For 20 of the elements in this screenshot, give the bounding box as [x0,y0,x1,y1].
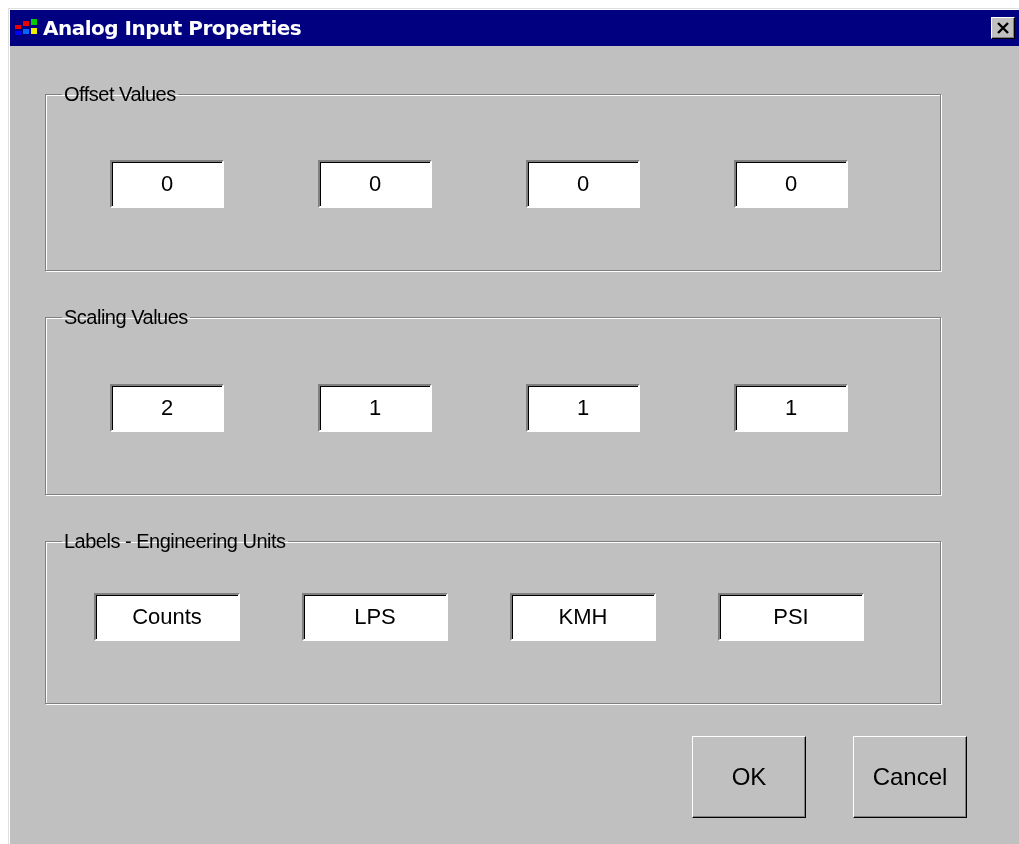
input-field[interactable]: 1 [318,384,432,432]
close-icon [996,22,1010,34]
input-field[interactable]: 1 [734,384,848,432]
input-field[interactable]: 0 [318,160,432,208]
group-label: Offset Values [63,83,177,105]
input-field[interactable]: PSI [718,593,864,641]
group-label: Labels - Engineering Units [63,530,287,552]
window-title: Analog Input Properties [43,15,302,42]
ok-button[interactable]: OK [692,736,806,818]
input-field[interactable]: 0 [526,160,640,208]
input-field[interactable]: LPS [302,593,448,641]
input-field[interactable]: KMH [510,593,656,641]
input-field[interactable]: 2 [110,384,224,432]
input-field[interactable]: 1 [526,384,640,432]
input-field[interactable]: 0 [734,160,848,208]
close-button[interactable] [991,17,1015,39]
input-field[interactable]: Counts [94,593,240,641]
input-field[interactable]: 0 [110,160,224,208]
group-label: Scaling Values [63,306,189,328]
cancel-button[interactable]: Cancel [853,736,967,818]
